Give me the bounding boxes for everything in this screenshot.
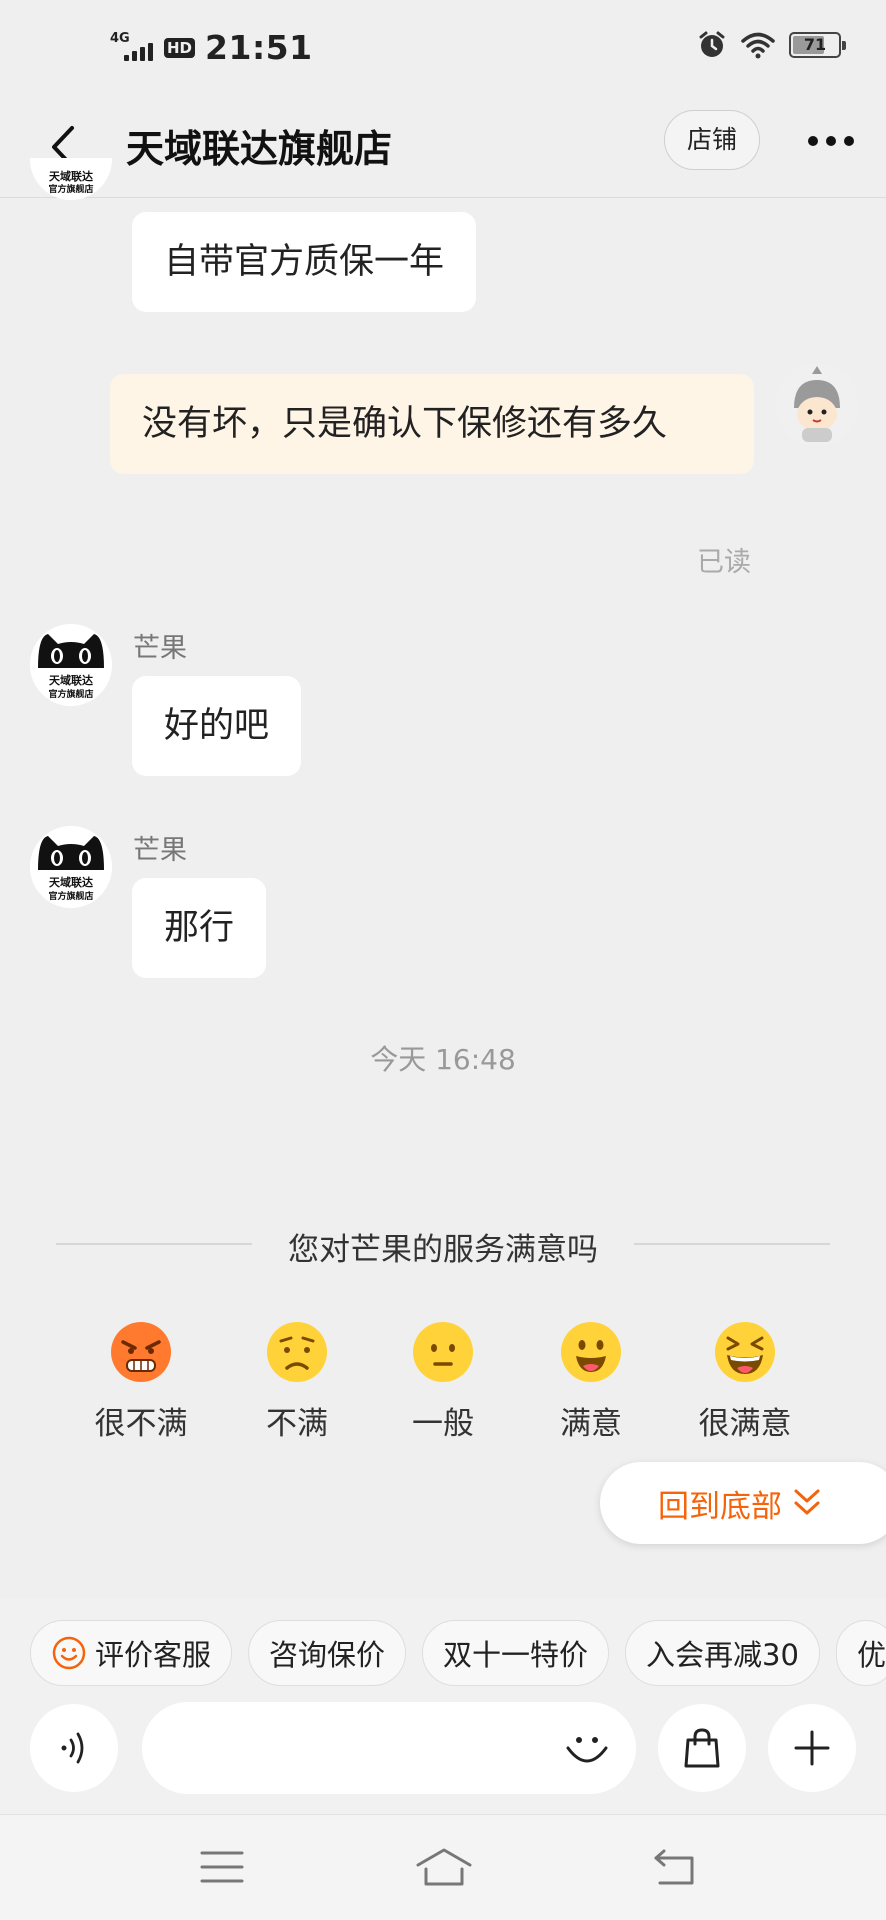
message-input[interactable]	[172, 1712, 552, 1784]
quick-reply-item[interactable]: 双十一特价	[422, 1620, 610, 1686]
hd-badge: HD	[164, 37, 196, 58]
message-bubble[interactable]: 那行	[132, 878, 267, 978]
system-nav-bar	[0, 1814, 886, 1920]
double-chevron-down-icon	[794, 1489, 820, 1515]
plus-button[interactable]	[768, 1704, 856, 1792]
status-bar: 4G HD 21:51 71	[0, 0, 886, 100]
voice-button[interactable]	[30, 1704, 118, 1792]
message-bubble[interactable]: 自带官方质保一年	[132, 212, 477, 312]
angry-face-icon	[111, 1322, 171, 1382]
laughing-face-icon	[715, 1322, 775, 1382]
shop-avatar[interactable]: 天域联达 官方旗舰店	[30, 624, 112, 706]
quick-reply-rate-service[interactable]: 评价客服	[30, 1620, 233, 1686]
message-input-box[interactable]	[142, 1702, 636, 1794]
menu-icon[interactable]	[200, 1849, 244, 1885]
svg-text:天域联达: 天域联达	[49, 169, 93, 183]
smile-face-icon	[561, 1322, 621, 1382]
composer	[0, 1702, 886, 1802]
svg-text:官方旗舰店: 官方旗舰店	[48, 890, 93, 902]
store-button[interactable]: 店铺	[664, 110, 760, 170]
quick-reply-item[interactable]: 咨询保价	[248, 1620, 407, 1686]
alarm-icon	[699, 31, 725, 57]
svg-text:官方旗舰店: 官方旗舰店	[48, 688, 93, 700]
read-status: 已读	[697, 547, 751, 578]
status-time: 21:51	[205, 28, 313, 67]
rating-title: 您对芒果的服务满意吗	[288, 1232, 598, 1268]
home-icon[interactable]	[416, 1847, 472, 1887]
svg-text:天域联达: 天域联达	[49, 875, 93, 889]
scroll-to-bottom-button[interactable]: 回到底部	[600, 1462, 886, 1544]
my-message-bubble[interactable]: 没有坏，只是确认下保修还有多久	[110, 374, 754, 474]
more-dots-icon[interactable]	[808, 136, 854, 146]
return-icon[interactable]	[652, 1847, 698, 1887]
quick-reply-item[interactable]: 优	[835, 1620, 886, 1686]
voice-icon	[61, 1732, 84, 1764]
neutral-face-icon	[413, 1322, 473, 1382]
sender-name: 芒果	[133, 633, 187, 664]
chat-header: 天域联达旗舰店 店铺	[0, 100, 886, 198]
wifi-icon	[741, 32, 775, 59]
signal-icon: 4G	[110, 31, 156, 65]
svg-text:官方旗舰店: 官方旗舰店	[48, 183, 93, 195]
rating-option-satisfied[interactable]: 满意	[526, 1320, 656, 1443]
sender-name: 芒果	[133, 835, 187, 866]
scroll-to-bottom-label: 回到底部	[658, 1488, 782, 1525]
shop-avatar[interactable]: 天域联达 官方旗舰店	[30, 826, 112, 908]
rating-option-very-unsatisfied[interactable]: 很不满	[76, 1320, 206, 1443]
quick-reply-bar: 评价客服 咨询保价 双十一特价 入会再减30 优	[30, 1620, 886, 1686]
divider	[634, 1243, 830, 1245]
rating-option-very-satisfied[interactable]: 很满意	[680, 1320, 810, 1443]
emoji-icon[interactable]	[562, 1724, 612, 1774]
shopping-bag-icon	[684, 1728, 720, 1768]
my-avatar[interactable]	[776, 364, 858, 446]
bottom-panel: 评价客服 咨询保价 双十一特价 入会再减30 优	[0, 1598, 886, 1920]
shopping-bag-button[interactable]	[658, 1704, 746, 1792]
battery-icon: 71	[789, 32, 846, 58]
message-timestamp: 今天 16:48	[370, 1043, 516, 1076]
svg-text:天域联达: 天域联达	[49, 673, 93, 687]
message-bubble[interactable]: 好的吧	[132, 676, 302, 776]
quick-reply-item[interactable]: 入会再减30	[625, 1620, 820, 1686]
plus-icon	[794, 1730, 830, 1766]
frown-face-icon	[267, 1322, 327, 1382]
smiley-icon	[52, 1636, 86, 1670]
rating-option-neutral[interactable]: 一般	[378, 1320, 508, 1443]
page-title: 天域联达旗舰店	[126, 127, 393, 171]
rating-option-unsatisfied[interactable]: 不满	[232, 1320, 362, 1443]
